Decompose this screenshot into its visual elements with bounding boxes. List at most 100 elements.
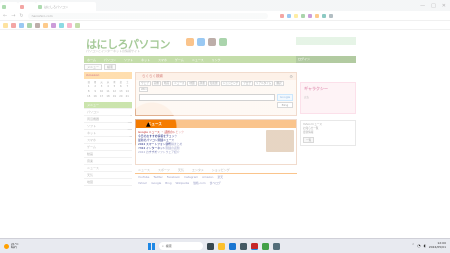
login-button[interactable]: ログイン (296, 56, 356, 63)
calendar-cell[interactable]: 17 (99, 95, 104, 99)
file-explorer-icon[interactable] (218, 242, 225, 250)
extension-icon[interactable] (314, 13, 319, 18)
calendar-cell[interactable]: 21 (125, 95, 130, 99)
link-item[interactable]: 楽天 (217, 175, 223, 179)
app-icon[interactable] (262, 242, 269, 250)
calendar-cell[interactable]: 3 (99, 85, 104, 89)
taskbar-search[interactable]: ⌕ 検索 (159, 242, 203, 250)
search-select[interactable]: 検索 (104, 64, 117, 70)
engine-tab[interactable]: ブログ (241, 81, 253, 86)
clock[interactable]: 12:00 2024/05/01 (429, 241, 446, 249)
forward-icon[interactable]: → (11, 13, 15, 19)
wifi-icon[interactable]: ◔ (417, 243, 421, 248)
category-icon[interactable] (197, 38, 205, 46)
nav-item[interactable]: ホーム (87, 58, 96, 62)
calendar-cell[interactable]: 20 (118, 95, 123, 99)
list-button[interactable]: 一覧 (303, 137, 315, 143)
url-field[interactable]: hanishiro.com (27, 12, 268, 19)
browser-tab-active[interactable]: はにしろパソコン (36, 2, 96, 11)
volume-icon[interactable]: ◖ (424, 243, 426, 248)
link-item[interactable]: Bing (165, 181, 171, 185)
calendar-cell[interactable]: 5 (112, 85, 117, 89)
calendar-cell[interactable]: 1 (86, 85, 91, 89)
link-item[interactable]: 食べログ (210, 181, 221, 185)
calendar-header[interactable]: Amazon (84, 72, 132, 79)
weather-widget[interactable]: 21°C 晴れ (0, 242, 60, 250)
ad-banner[interactable]: ギャラクシー 広告 (300, 82, 356, 114)
close-button[interactable]: ✕ (442, 3, 446, 9)
maximize-button[interactable]: □ (431, 3, 436, 9)
left-menu-item[interactable]: ゲーム (84, 144, 132, 151)
nav-item[interactable]: ネット (141, 58, 150, 62)
extension-icon[interactable] (328, 13, 333, 18)
news-item[interactable]: 2024 おすすめソフトウェア紹介 (138, 150, 263, 154)
nav-item[interactable]: パソコン (104, 58, 116, 62)
nav-item[interactable]: スマホ (158, 58, 167, 62)
nav-item[interactable]: リンク (212, 58, 221, 62)
engine-tab[interactable]: 翻訳 (274, 81, 284, 86)
left-menu-item[interactable]: 天気 (84, 172, 132, 179)
browser-tab[interactable] (18, 2, 36, 11)
back-icon[interactable]: ← (3, 13, 7, 19)
app-icon[interactable] (273, 242, 280, 250)
links-tab[interactable]: ニュース (138, 168, 150, 173)
engine-tab[interactable]: ニュース (172, 81, 187, 86)
calendar-cell[interactable]: 14 (125, 90, 130, 94)
bookmark-icon[interactable] (43, 22, 48, 28)
calendar-cell[interactable]: 10 (99, 90, 104, 94)
left-menu-item[interactable]: スマホ (84, 137, 132, 144)
extension-icon[interactable] (293, 13, 298, 18)
calendar-cell[interactable]: 19 (112, 95, 117, 99)
engine-tab[interactable]: 地図 (187, 81, 197, 86)
browser-app-icon[interactable] (251, 242, 258, 250)
left-menu-item[interactable]: 動画 (84, 151, 132, 158)
link-item[interactable]: Twitter (153, 175, 162, 179)
link-item[interactable]: Instagram (184, 175, 198, 179)
bookmark-icon[interactable] (35, 22, 40, 28)
menu-select[interactable]: メニュー (84, 64, 103, 70)
left-menu-item[interactable]: 音楽 (84, 158, 132, 165)
nav-item[interactable]: ゲーム (175, 58, 184, 62)
link-item[interactable]: Facebook (167, 175, 180, 179)
links-tab[interactable]: エンタメ (192, 168, 204, 173)
start-icon[interactable] (148, 242, 155, 250)
calendar-cell[interactable]: 12 (112, 90, 117, 94)
minimize-button[interactable]: — (420, 3, 425, 9)
extension-icon[interactable] (279, 13, 284, 18)
link-item[interactable]: Yahoo! (138, 181, 147, 185)
bing-search-button[interactable]: Bing (277, 102, 293, 108)
links-tab[interactable]: 天気 (178, 168, 184, 173)
calendar-cell[interactable]: 2 (92, 85, 97, 89)
chevron-up-icon[interactable]: ˄ (412, 243, 414, 248)
category-icon[interactable] (186, 38, 194, 46)
calendar-cell[interactable]: 7 (125, 85, 130, 89)
category-icon[interactable] (208, 38, 216, 46)
link-item[interactable]: YouTube (138, 175, 149, 179)
left-menu-item[interactable]: パソコン (84, 109, 132, 116)
task-view-icon[interactable] (207, 242, 214, 250)
engine-tab[interactable]: ウェブ (139, 81, 151, 86)
browser-tab[interactable] (0, 2, 18, 11)
link-item[interactable]: 価格.com (193, 181, 205, 185)
calendar-cell[interactable]: 6 (118, 85, 123, 89)
left-menu-item[interactable]: 周辺機器 (84, 116, 132, 123)
calendar-cell[interactable]: 18 (105, 95, 110, 99)
extension-icon[interactable] (307, 13, 312, 18)
bookmark-icon[interactable] (27, 22, 32, 28)
search-input[interactable] (139, 94, 275, 101)
gear-icon[interactable]: ⚙ (289, 73, 293, 80)
extension-icon[interactable] (321, 13, 326, 18)
links-tab[interactable]: スポーツ (158, 168, 170, 173)
category-icon[interactable] (219, 38, 227, 46)
left-menu-item[interactable]: ネット (84, 130, 132, 137)
right-info-line[interactable]: 更新情報 (303, 131, 353, 135)
extension-icon[interactable] (286, 13, 291, 18)
left-menu-item[interactable]: ニュース (84, 165, 132, 172)
engine-tab[interactable]: リアルタイム (253, 81, 274, 86)
calendar-cell[interactable]: 16 (92, 95, 97, 99)
link-item[interactable]: Amazon (202, 175, 213, 179)
edge-icon[interactable] (229, 242, 236, 250)
engine-tab[interactable]: 画像 (151, 81, 161, 86)
header-banner[interactable] (296, 37, 356, 45)
calendar-cell[interactable]: 4 (105, 85, 110, 89)
